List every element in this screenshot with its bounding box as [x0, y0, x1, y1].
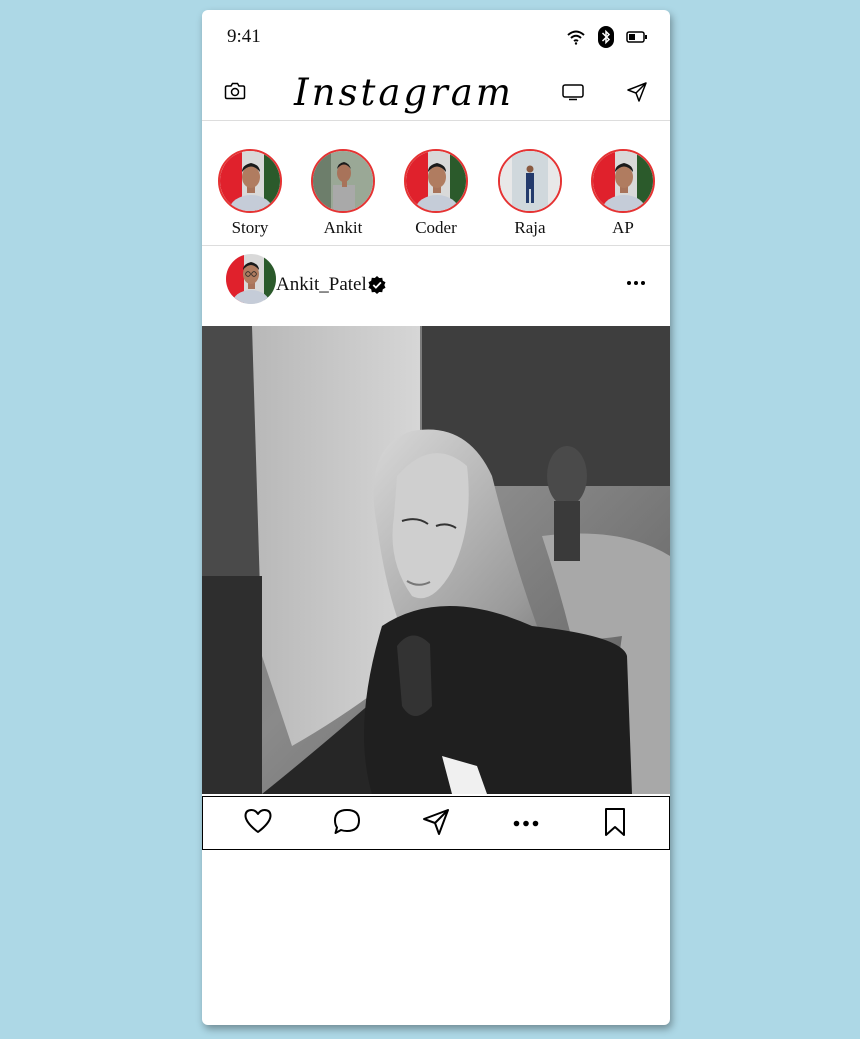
- story-name: Ankit: [323, 218, 363, 237]
- status-time: 9:41: [227, 26, 261, 47]
- stories-tray: Story Ankit Coder Raja AP: [202, 120, 670, 246]
- story-avatar[interactable]: [404, 149, 468, 213]
- phone-frame: 9:41 Instagram Story Ankit Coder Raja AP…: [202, 10, 670, 1025]
- share-icon[interactable]: [421, 807, 451, 837]
- post-author[interactable]: Ankit_Patel: [276, 274, 387, 296]
- story-item[interactable]: Ankit: [303, 149, 383, 238]
- story-name: AP: [612, 218, 634, 237]
- post-action-bar: [202, 796, 670, 850]
- camera-icon[interactable]: [224, 81, 246, 101]
- post-header: Ankit_Patel: [202, 244, 670, 326]
- story-name: Coder: [415, 218, 457, 237]
- profile-photo: [313, 151, 373, 211]
- top-navigation-bar: Instagram: [202, 65, 670, 120]
- story-avatar[interactable]: [218, 149, 282, 213]
- profile-photo: [220, 151, 280, 211]
- verified-badge-icon: [368, 276, 386, 294]
- status-icons: [566, 26, 648, 48]
- igtv-icon[interactable]: [561, 83, 585, 101]
- like-icon[interactable]: [243, 807, 273, 835]
- more-icon[interactable]: [513, 820, 539, 827]
- bluetooth-icon: [598, 26, 614, 48]
- story-name: Story: [231, 218, 269, 237]
- story-item[interactable]: Coder: [396, 149, 476, 238]
- post-options-icon[interactable]: [626, 280, 646, 286]
- story-item[interactable]: Raja: [490, 149, 570, 238]
- post-photo-image: [202, 326, 670, 794]
- comment-icon[interactable]: [332, 807, 362, 837]
- wifi-icon: [567, 30, 585, 45]
- battery-icon: [626, 31, 647, 43]
- profile-photo: [500, 151, 560, 211]
- profile-photo: [406, 151, 466, 211]
- story-name: Raja: [514, 218, 546, 237]
- bookmark-icon[interactable]: [603, 807, 627, 837]
- app-logo: Instagram: [294, 71, 514, 114]
- post-username[interactable]: Ankit_Patel: [276, 274, 367, 296]
- story-item[interactable]: Story: [210, 149, 290, 238]
- story-avatar[interactable]: [591, 149, 655, 213]
- post-author-avatar[interactable]: [226, 254, 276, 304]
- story-item[interactable]: AP: [583, 149, 663, 238]
- story-avatar[interactable]: [498, 149, 562, 213]
- status-bar: 9:41: [202, 10, 670, 60]
- profile-photo: [226, 254, 276, 304]
- story-avatar[interactable]: [311, 149, 375, 213]
- profile-photo: [593, 151, 653, 211]
- post-photo[interactable]: [202, 326, 670, 794]
- direct-message-icon[interactable]: [626, 81, 648, 103]
